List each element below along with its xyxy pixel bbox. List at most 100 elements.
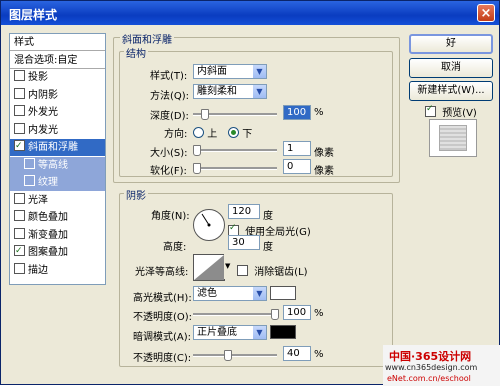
style-list-item[interactable]: 颜色叠加 <box>10 209 105 226</box>
style-list-label: 光泽 <box>28 194 48 206</box>
direction-label: 方向: <box>164 129 188 140</box>
highlight-opacity-unit: % <box>314 308 324 319</box>
style-checkbox[interactable] <box>24 157 35 169</box>
style-list-item[interactable]: 内阴影 <box>10 87 105 104</box>
depth-slider-thumb[interactable] <box>201 109 209 120</box>
styles-list: 样式混合选项:自定投影内阴影外发光内发光斜面和浮雕等高线纹理光泽颜色叠加渐变叠加… <box>9 33 106 285</box>
shadow-opacity-thumb[interactable] <box>224 350 232 361</box>
gloss-contour-dropdown[interactable]: ▼ <box>224 254 233 279</box>
close-button[interactable]: × <box>477 4 495 22</box>
style-list-item[interactable]: 纹理 <box>10 174 105 191</box>
soften-input[interactable]: 0 <box>283 159 311 174</box>
style-label: 样式(T): <box>150 71 188 82</box>
size-unit: 像素 <box>314 148 334 159</box>
gloss-contour-preview[interactable] <box>193 254 225 281</box>
antialias-option[interactable]: 消除锯齿(L) <box>237 263 308 278</box>
style-list-label: 斜面和浮雕 <box>28 142 78 153</box>
shadow-opacity-unit: % <box>314 349 324 360</box>
style-checkbox[interactable] <box>14 70 25 81</box>
highlight-mode-label: 高光模式(H): <box>133 293 192 304</box>
style-list-item[interactable]: 外发光 <box>10 104 105 121</box>
site-watermark: 中国·365设计网 www.cn365design.com eNet.com.c… <box>383 345 500 386</box>
angle-dial[interactable] <box>193 209 225 241</box>
altitude-label: 高度: <box>163 242 187 253</box>
style-list-label: 内发光 <box>28 124 58 136</box>
soften-slider-thumb[interactable] <box>193 163 201 174</box>
style-list-item[interactable]: 等高线 <box>10 156 105 174</box>
shadow-mode-select[interactable]: 正片叠底 ▼ <box>193 325 267 340</box>
new-style-button[interactable]: 新建样式(W)... <box>409 81 493 101</box>
depth-slider[interactable] <box>193 109 277 120</box>
direction-up-option[interactable]: 上 <box>193 125 217 140</box>
depth-input[interactable]: 100 <box>283 105 311 120</box>
altitude-input[interactable]: 30 <box>228 235 260 250</box>
altitude-unit: 度 <box>263 242 273 253</box>
style-checkbox[interactable] <box>14 227 25 239</box>
style-checkbox[interactable] <box>14 138 25 155</box>
shadow-opacity-input[interactable]: 40 <box>283 346 311 361</box>
style-checkbox[interactable] <box>14 192 25 204</box>
style-checkbox[interactable] <box>24 175 35 186</box>
style-checkbox[interactable] <box>14 262 25 274</box>
size-slider[interactable] <box>193 145 277 156</box>
angle-label: 角度(N): <box>151 211 190 222</box>
direction-down-option[interactable]: 下 <box>228 125 252 140</box>
gloss-contour-label: 光泽等高线: <box>135 267 189 278</box>
preview-swatch-image <box>439 125 467 151</box>
style-checkbox[interactable] <box>14 87 25 99</box>
watermark-line3: eNet.com.cn/eschool <box>387 374 471 383</box>
style-list-label: 混合选项:自定 <box>14 54 78 66</box>
size-input[interactable]: 1 <box>283 141 311 156</box>
style-checkbox[interactable] <box>14 105 25 116</box>
direction-down-label: 下 <box>242 129 253 140</box>
shadow-mode-label: 暗调模式(A): <box>133 332 192 343</box>
size-label: 大小(S): <box>150 148 188 159</box>
angle-indicator-icon <box>201 213 211 227</box>
chevron-down-icon: ▼ <box>225 262 231 270</box>
window-title: 图层样式 <box>9 8 58 22</box>
style-list-item[interactable]: 内发光 <box>10 122 105 139</box>
style-checkbox[interactable] <box>14 243 25 260</box>
size-slider-thumb[interactable] <box>193 145 201 156</box>
highlight-color-swatch[interactable] <box>270 286 296 300</box>
highlight-mode-select[interactable]: 滤色 ▼ <box>193 286 267 301</box>
angle-input[interactable]: 120 <box>228 204 260 219</box>
style-list-item[interactable]: 描边 <box>10 262 105 279</box>
style-list-label: 内阴影 <box>28 89 58 101</box>
style-select-value: 内斜面 <box>197 66 227 77</box>
antialias-label: 消除锯齿(L) <box>254 267 308 278</box>
direction-up-label: 上 <box>207 129 218 140</box>
highlight-opacity-input[interactable]: 100 <box>283 305 311 320</box>
style-list-item[interactable]: 投影 <box>10 69 105 86</box>
style-checkbox[interactable] <box>14 122 25 134</box>
cancel-button[interactable]: 取消 <box>409 58 493 78</box>
style-checkbox[interactable] <box>14 210 25 221</box>
depth-label: 深度(D): <box>150 111 189 122</box>
style-list-item[interactable]: 样式 <box>10 34 105 51</box>
chevron-down-icon: ▼ <box>253 326 266 339</box>
preview-thumbnail <box>429 119 477 157</box>
style-list-item[interactable]: 图案叠加 <box>10 243 105 261</box>
ok-button[interactable]: 好 <box>409 34 493 54</box>
radio-down[interactable] <box>228 127 239 138</box>
style-list-item[interactable]: 混合选项:自定 <box>10 52 105 69</box>
contour-curve-icon <box>194 255 224 280</box>
style-select[interactable]: 内斜面 ▼ <box>193 64 267 79</box>
preview-checkbox[interactable] <box>425 104 436 117</box>
shadow-color-swatch[interactable] <box>270 325 296 339</box>
style-list-item[interactable]: 渐变叠加 <box>10 227 105 244</box>
technique-select[interactable]: 雕刻柔和 ▼ <box>193 84 267 99</box>
preview-label: 预览(V) <box>442 108 477 119</box>
shadow-mode-value: 正片叠底 <box>197 327 237 338</box>
highlight-opacity-thumb[interactable] <box>271 309 279 320</box>
style-list-item[interactable]: 光泽 <box>10 192 105 209</box>
antialias-checkbox[interactable] <box>237 265 248 276</box>
shadow-opacity-slider[interactable] <box>193 350 277 361</box>
style-list-item[interactable]: 斜面和浮雕 <box>10 138 105 156</box>
angle-unit: 度 <box>263 211 273 222</box>
soften-slider[interactable] <box>193 163 277 174</box>
style-list-label: 等高线 <box>38 159 68 171</box>
preview-option[interactable]: 预览(V) <box>425 104 477 119</box>
highlight-opacity-slider[interactable] <box>193 309 279 320</box>
radio-up[interactable] <box>193 127 204 138</box>
